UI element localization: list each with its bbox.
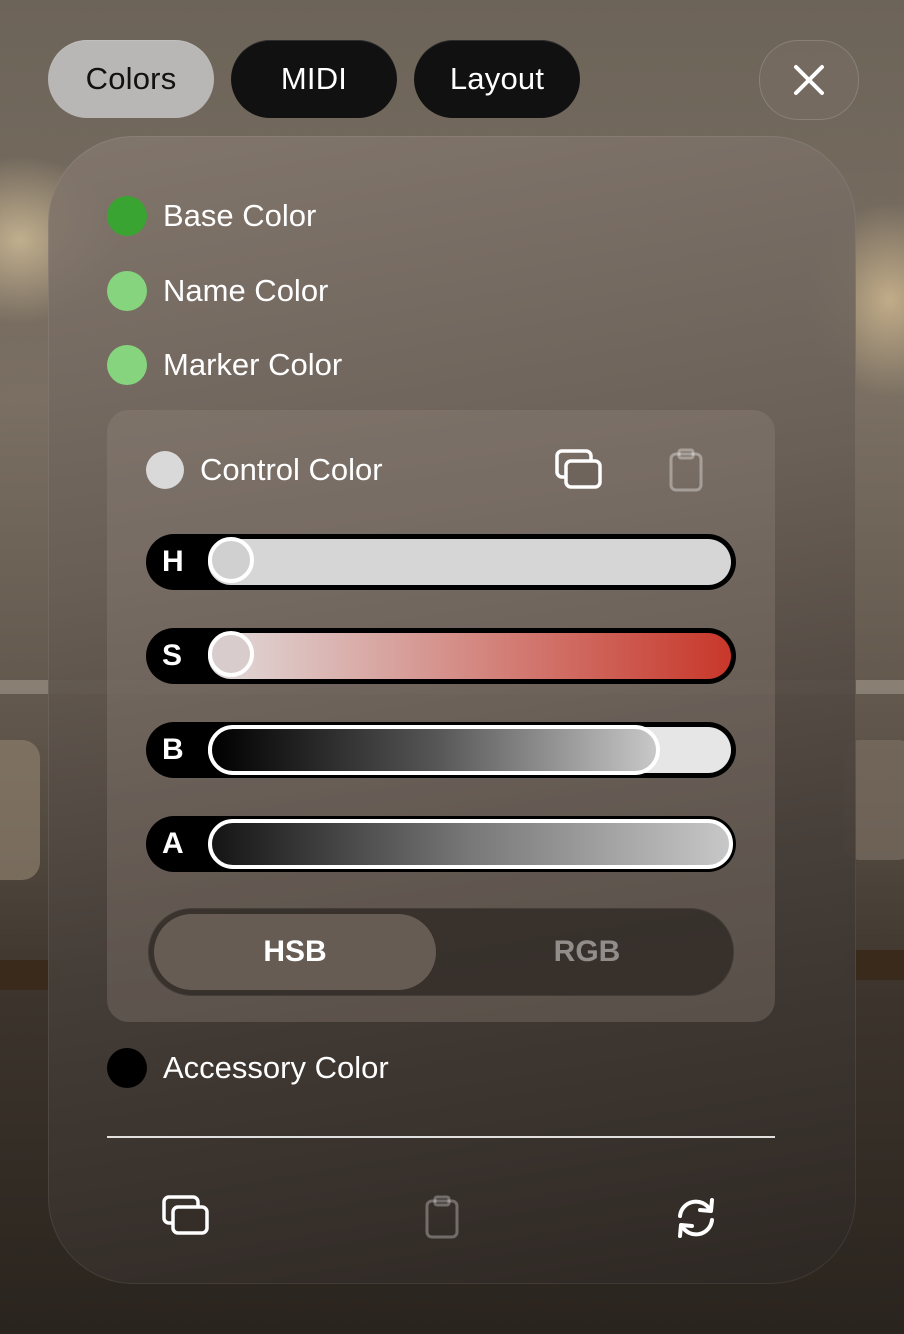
name-color-label: Name Color xyxy=(163,273,329,308)
saturation-slider-label: S xyxy=(162,639,183,672)
paste-all-button[interactable] xyxy=(420,1192,464,1242)
alpha-fill[interactable] xyxy=(208,819,733,869)
brightness-slider-label: B xyxy=(162,733,184,766)
accessory-color-swatch xyxy=(107,1048,147,1088)
saturation-slider[interactable]: S xyxy=(146,628,736,684)
marker-color-row[interactable]: Marker Color xyxy=(107,343,342,387)
copy-icon xyxy=(555,449,602,489)
marker-color-label: Marker Color xyxy=(163,347,343,382)
paste-color-button[interactable] xyxy=(664,446,708,494)
reset-button[interactable] xyxy=(670,1192,722,1244)
saturation-track xyxy=(208,633,731,679)
close-icon xyxy=(794,65,824,95)
brightness-slider[interactable]: B xyxy=(146,722,736,778)
tab-colors[interactable]: Colors xyxy=(48,40,214,118)
accessory-color-label: Accessory Color xyxy=(163,1050,389,1085)
hue-track xyxy=(208,539,731,585)
control-color-row[interactable]: Control Color xyxy=(146,448,383,492)
alpha-slider[interactable]: A xyxy=(146,816,736,872)
name-color-swatch xyxy=(107,271,147,311)
divider xyxy=(107,1136,775,1138)
control-color-label: Control Color xyxy=(200,452,383,487)
clipboard-icon xyxy=(425,1195,459,1239)
base-color-swatch xyxy=(107,196,147,236)
background-sofa xyxy=(0,740,40,880)
brightness-fill[interactable] xyxy=(208,725,660,775)
alpha-slider-label: A xyxy=(162,827,184,860)
marker-color-swatch xyxy=(107,345,147,385)
mode-option-rgb[interactable]: RGB xyxy=(446,914,728,990)
copy-color-button[interactable] xyxy=(552,446,606,494)
mode-option-hsb[interactable]: HSB xyxy=(154,914,436,990)
saturation-thumb[interactable] xyxy=(208,631,254,677)
color-mode-segmented-control: HSB RGB xyxy=(148,908,734,996)
copy-all-button[interactable] xyxy=(158,1192,214,1240)
hue-slider[interactable]: H xyxy=(146,534,736,590)
control-color-swatch xyxy=(146,451,184,489)
clipboard-icon xyxy=(669,448,703,492)
hue-thumb[interactable] xyxy=(208,537,254,583)
tab-midi[interactable]: MIDI xyxy=(231,40,397,118)
accessory-color-row[interactable]: Accessory Color xyxy=(107,1046,389,1090)
refresh-icon xyxy=(678,1198,714,1238)
base-color-label: Base Color xyxy=(163,198,317,233)
close-button[interactable] xyxy=(759,40,859,120)
copy-icon xyxy=(162,1195,209,1235)
name-color-row[interactable]: Name Color xyxy=(107,269,328,313)
hue-slider-label: H xyxy=(162,545,184,578)
tab-layout[interactable]: Layout xyxy=(414,40,580,118)
base-color-row[interactable]: Base Color xyxy=(107,194,316,238)
